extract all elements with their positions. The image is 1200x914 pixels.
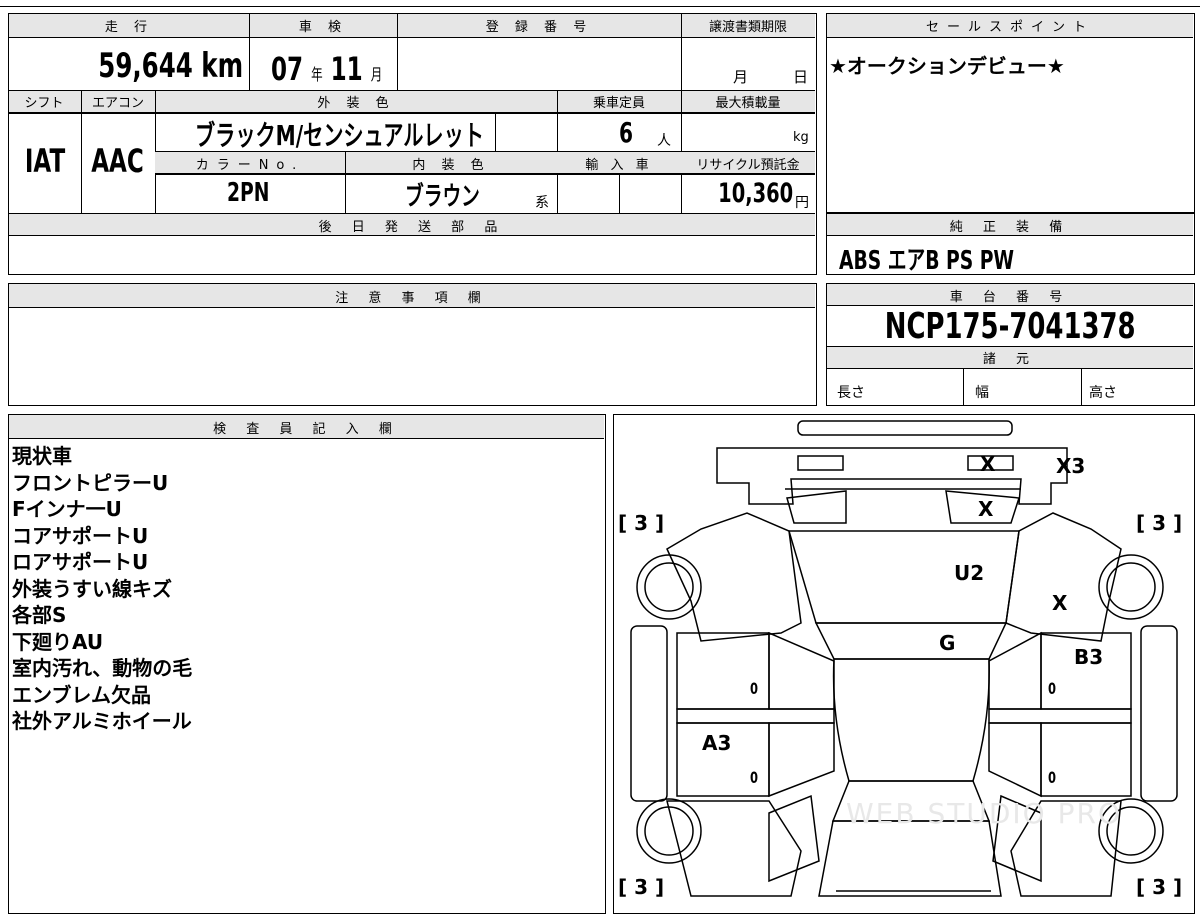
inspector-header: 検 査 員 記 入 欄 — [213, 422, 400, 437]
inspector-box: 検 査 員 記 入 欄 現状車 フロントピラーU Fインナ一U コアサポートU … — [8, 414, 606, 914]
color-no-value: 2PN — [227, 178, 270, 208]
mark-glass-g: G — [939, 631, 956, 655]
mark-door-a3: A3 — [702, 731, 732, 755]
car-diagram — [630, 420, 1178, 897]
max-load-unit: kg — [793, 130, 809, 145]
mark-hood-u2: U2 — [954, 561, 985, 585]
mileage-value: 59,644 km — [98, 46, 243, 86]
note-line: 外装うすい線キズ — [12, 576, 172, 601]
tire-tread-front-right: [ 3 ] — [1136, 511, 1183, 535]
mileage-header: 走 行 — [104, 20, 154, 35]
max-load-header: 最大積載量 — [715, 96, 781, 111]
recycle-unit: 円 — [795, 195, 809, 211]
recycle-header: リサイクル預託金 — [696, 158, 800, 173]
recycle-value: 10,360 — [717, 178, 793, 209]
caution-header: 注 意 事 項 欄 — [335, 291, 489, 306]
note-line: Fインナ一U — [12, 497, 122, 521]
chassis-number: NCP175-7041378 — [884, 306, 1136, 347]
door-zero: 0 — [1048, 768, 1057, 787]
exterior-color-value: ブラックM/センシュアルレット — [195, 119, 484, 152]
genuine-header: 純 正 装 備 — [949, 220, 1071, 235]
mark-grille-x: X — [980, 452, 996, 476]
genuine-value: ABS エアB PS PW — [839, 246, 1015, 276]
inspection-date: 07 年 11 月 — [271, 50, 383, 88]
note-line: 下廻りAU — [12, 629, 104, 654]
note-line: 室内汚れ、動物の毛 — [12, 656, 193, 680]
note-line: フロントピラーU — [12, 470, 169, 495]
aircon-header: エアコン — [91, 96, 144, 111]
chassis-header: 車 台 番 号 — [949, 290, 1071, 305]
deadline-header: 譲渡書類期限 — [708, 20, 787, 35]
tire-tread-rear-left: [ 3 ] — [618, 875, 665, 899]
deadline-day: 日 — [793, 68, 809, 86]
tire-tread-front-left: [ 3 ] — [618, 511, 665, 535]
mark-fender-x: X — [1052, 591, 1068, 615]
interior-color-header: 内 装 色 — [412, 158, 490, 173]
capacity-header: 乗車定員 — [592, 96, 645, 111]
interior-color-suffix: 系 — [535, 195, 549, 211]
note-line: コアサポートU — [12, 523, 149, 548]
car-diagram-box: WEB STUDIO PRO X X3 X U2 X G B3 A3 0 0 0… — [613, 414, 1195, 914]
color-no-header: カラーNo. — [195, 158, 305, 173]
registration-header: 登 録 番 号 — [485, 20, 593, 35]
spec-header: 諸 元 — [982, 352, 1038, 367]
shift-value: IAT — [24, 142, 66, 180]
note-line: エンブレム欠品 — [12, 682, 151, 707]
spec-height: 高さ — [1089, 385, 1117, 401]
capacity-value: 6 — [619, 116, 634, 149]
watermark: WEB STUDIO PRO — [846, 797, 1122, 830]
interior-color-value: ブラウン — [405, 182, 480, 212]
caution-box: 注 意 事 項 欄 — [8, 283, 817, 406]
note-line: ロアサポートU — [12, 550, 149, 574]
note-line: 各部S — [12, 603, 67, 627]
mark-x3: X3 — [1056, 454, 1086, 478]
mark-hood-x: X — [978, 497, 994, 521]
door-zero: 0 — [1048, 679, 1057, 698]
top-edge-line — [0, 6, 1200, 7]
chassis-box: 車 台 番 号 NCP175-7041378 諸 元 長さ 幅 高さ — [826, 283, 1195, 406]
spec-width: 幅 — [975, 385, 989, 401]
note-line: 現状車 — [12, 444, 72, 468]
vehicle-info-table: 走 行 車 検 登 録 番 号 譲渡書類期限 59,644 km 07 年 11… — [8, 13, 817, 275]
inspector-notes: 現状車 フロントピラーU Fインナ一U コアサポートU ロアサポートU 外装うす… — [12, 443, 192, 735]
genuine-equipment-box: 純 正 装 備 ABS エアB PS PW — [826, 213, 1195, 276]
deadline-month: 月 — [733, 68, 749, 86]
mark-door-b3: B3 — [1074, 645, 1104, 669]
capacity-unit: 人 — [657, 133, 671, 149]
sales-point-header: セールスポイント — [925, 20, 1094, 35]
door-zero: 0 — [750, 679, 759, 698]
sales-point-text: ★オークションデビュー★ — [829, 54, 1065, 78]
shift-header: シフト — [24, 96, 64, 111]
import-header: 輸 入 車 — [585, 158, 653, 173]
inspection-header: 車 検 — [298, 20, 348, 35]
exterior-color-header: 外 装 色 — [317, 96, 395, 111]
sales-point-box: セールスポイント ★オークションデビュー★ — [826, 13, 1195, 213]
note-line: 社外アルミホイール — [12, 709, 192, 733]
spec-length: 長さ — [837, 385, 865, 401]
door-zero: 0 — [750, 768, 759, 787]
aircon-value: AAC — [91, 142, 145, 180]
later-parts-header: 後 日 発 送 部 品 — [318, 220, 506, 235]
tire-tread-rear-right: [ 3 ] — [1136, 875, 1183, 899]
